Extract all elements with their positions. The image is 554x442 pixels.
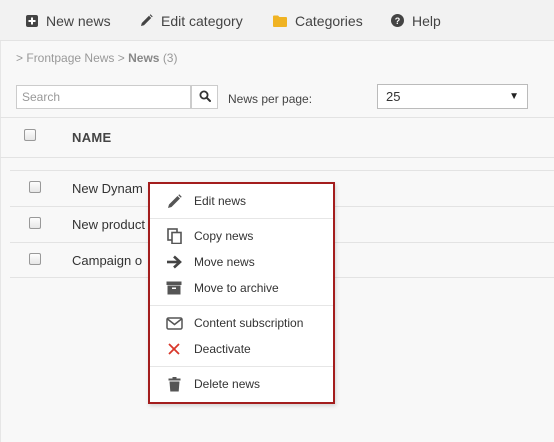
help-button[interactable]: ? Help bbox=[391, 0, 441, 41]
categories-label: Categories bbox=[295, 12, 363, 29]
archive-icon bbox=[165, 280, 183, 296]
folder-icon bbox=[273, 15, 287, 27]
row-checkbox[interactable] bbox=[29, 253, 41, 265]
select-all-checkbox[interactable] bbox=[24, 129, 36, 141]
row-name[interactable]: New product bbox=[72, 217, 145, 232]
column-header-name[interactable]: NAME bbox=[72, 130, 111, 145]
context-content-subscription-label: Content subscription bbox=[194, 316, 304, 330]
divider bbox=[150, 366, 333, 367]
edit-category-label: Edit category bbox=[161, 12, 243, 29]
breadcrumb-separator: > bbox=[16, 51, 24, 65]
help-icon: ? bbox=[391, 14, 404, 27]
search-input[interactable] bbox=[16, 85, 191, 109]
breadcrumb-link-frontpage-news[interactable]: Frontpage News bbox=[26, 51, 114, 65]
context-delete-news[interactable]: Delete news bbox=[150, 371, 333, 397]
svg-text:?: ? bbox=[395, 16, 401, 26]
row-checkbox[interactable] bbox=[29, 217, 41, 229]
dropdown-arrow-icon: ▼ bbox=[509, 91, 519, 102]
trash-icon bbox=[165, 376, 183, 392]
breadcrumb-count: (3) bbox=[162, 51, 178, 65]
arrow-right-icon bbox=[165, 254, 183, 270]
plus-square-icon bbox=[26, 14, 38, 27]
table-header: NAME bbox=[0, 118, 554, 157]
divider bbox=[0, 157, 554, 158]
row-checkbox[interactable] bbox=[29, 181, 41, 193]
categories-button[interactable]: Categories bbox=[273, 0, 363, 41]
close-icon bbox=[165, 341, 183, 357]
row-name[interactable]: Campaign o bbox=[72, 253, 142, 268]
breadcrumb-current: News bbox=[128, 51, 160, 65]
pencil-icon bbox=[140, 14, 153, 27]
new-news-label: New news bbox=[46, 12, 111, 29]
new-news-button[interactable]: New news bbox=[26, 0, 111, 41]
context-edit-news-label: Edit news bbox=[194, 194, 247, 208]
pencil-icon bbox=[165, 193, 183, 209]
search-button[interactable] bbox=[191, 85, 218, 109]
help-label: Help bbox=[412, 12, 441, 29]
context-move-to-archive-label: Move to archive bbox=[194, 281, 279, 295]
context-deactivate[interactable]: Deactivate bbox=[150, 336, 333, 362]
envelope-icon bbox=[165, 315, 183, 331]
top-toolbar: New news Edit category Categories ? Help bbox=[0, 0, 554, 41]
divider bbox=[150, 218, 333, 219]
context-delete-news-label: Delete news bbox=[194, 377, 261, 391]
edit-category-button[interactable]: Edit category bbox=[140, 0, 243, 41]
divider bbox=[150, 305, 333, 306]
row-name[interactable]: New Dynam bbox=[72, 181, 143, 196]
copy-icon bbox=[165, 228, 183, 244]
context-menu: Edit news Copy news Move news Move to ar… bbox=[148, 182, 335, 404]
context-move-news-label: Move news bbox=[194, 255, 255, 269]
breadcrumb-separator: > bbox=[117, 51, 125, 65]
context-edit-news[interactable]: Edit news bbox=[150, 188, 333, 214]
context-content-subscription[interactable]: Content subscription bbox=[150, 310, 333, 336]
search-icon bbox=[199, 90, 211, 105]
breadcrumb: > Frontpage News > News (3) bbox=[16, 51, 177, 65]
context-move-to-archive[interactable]: Move to archive bbox=[150, 275, 333, 301]
news-per-page-label: News per page: bbox=[228, 92, 313, 106]
news-per-page-select[interactable]: 25 ▼ bbox=[377, 84, 528, 109]
context-deactivate-label: Deactivate bbox=[194, 342, 251, 356]
context-copy-news[interactable]: Copy news bbox=[150, 223, 333, 249]
news-per-page-value: 25 bbox=[386, 89, 401, 104]
context-copy-news-label: Copy news bbox=[194, 229, 254, 243]
context-move-news[interactable]: Move news bbox=[150, 249, 333, 275]
